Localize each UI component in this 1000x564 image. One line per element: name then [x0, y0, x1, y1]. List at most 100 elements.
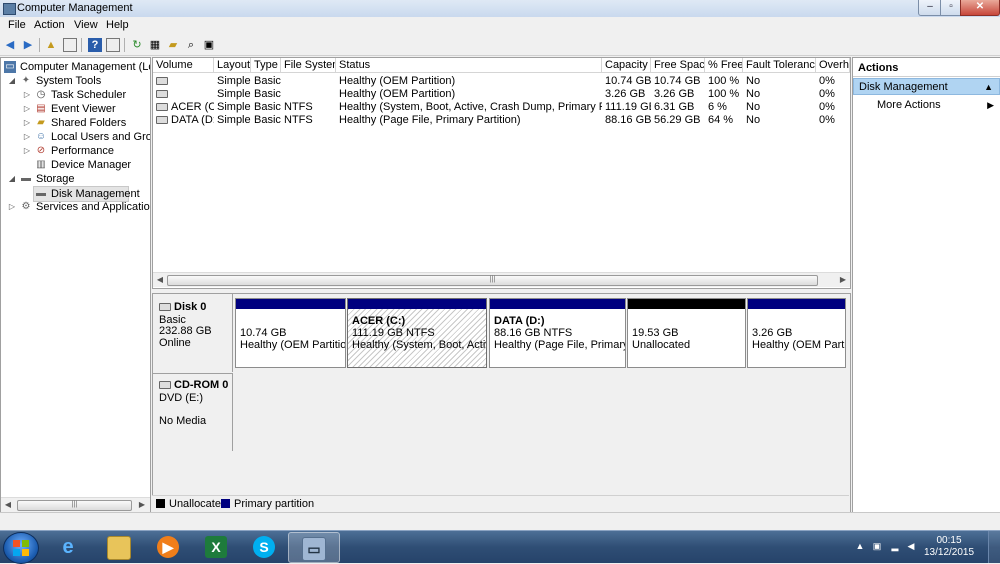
- partition-oem-2[interactable]: 3.26 GB Healthy (OEM Partitic: [747, 298, 846, 368]
- close-button[interactable]: ✕: [960, 0, 1000, 16]
- table-cell: Healthy (System, Boot, Active, Crash Dum…: [339, 101, 602, 113]
- scroll-right-arrow-icon[interactable]: ▶: [135, 498, 149, 512]
- toolbar-separator: [39, 38, 40, 52]
- show-desktop-button[interactable]: [988, 531, 1000, 563]
- scroll-thumb[interactable]: |||: [167, 275, 818, 286]
- up-folder-icon[interactable]: ▲: [44, 38, 58, 52]
- col-free-space[interactable]: Free Space: [651, 58, 705, 73]
- show-hidden-icons-icon[interactable]: ▲: [855, 541, 865, 551]
- cdrom-0-area[interactable]: [234, 373, 850, 451]
- col-fault-tolerance[interactable]: Fault Tolerance: [743, 58, 816, 73]
- expanded-arrow-icon[interactable]: ◢: [8, 172, 16, 186]
- back-icon[interactable]: ◀: [3, 38, 17, 52]
- scroll-right-arrow-icon[interactable]: ▶: [836, 273, 850, 287]
- disk-0-label[interactable]: Disk 0 Basic 232.88 GB Online: [153, 294, 233, 372]
- tree-item-device-manager[interactable]: ▥ Device Manager: [1, 158, 149, 172]
- partition-legend: Unallocated Primary partition: [152, 495, 849, 512]
- show-hide-action-pane-icon[interactable]: [106, 38, 120, 52]
- start-button[interactable]: [3, 532, 39, 564]
- volume-icon: [156, 90, 168, 99]
- taskbar-computer-management[interactable]: ▭: [288, 532, 340, 563]
- col-status[interactable]: Status: [336, 58, 602, 73]
- tree-item-storage[interactable]: ◢ ▬ Storage: [1, 172, 149, 186]
- properties-icon[interactable]: ▦: [148, 38, 162, 52]
- actions-section-disk-management[interactable]: Disk Management ▲: [853, 78, 1000, 95]
- collapsed-arrow-icon[interactable]: ▷: [23, 144, 31, 158]
- tree-label: Performance: [51, 145, 114, 157]
- tree-horizontal-scrollbar[interactable]: ◀ ||| ▶: [1, 497, 150, 512]
- taskbar-skype[interactable]: S: [240, 532, 290, 561]
- taskbar-internet-explorer[interactable]: e: [44, 532, 94, 561]
- volume-list-horizontal-scrollbar[interactable]: ◀ ||| ▶: [153, 272, 850, 287]
- table-cell: 6.31 GB: [654, 101, 695, 113]
- collapsed-arrow-icon[interactable]: ▷: [23, 88, 31, 102]
- show-hide-tree-icon[interactable]: [63, 38, 77, 52]
- primary-partition-bar: [748, 299, 845, 309]
- col-layout[interactable]: Layout: [214, 58, 251, 73]
- col-volume[interactable]: Volume: [153, 58, 214, 73]
- menu-help[interactable]: Help: [106, 19, 129, 31]
- partition-acer-c[interactable]: ACER (C:) 111.19 GB NTFS Healthy (System…: [347, 298, 487, 368]
- volume-icon[interactable]: ◀: [906, 541, 916, 551]
- col-overhead[interactable]: Overhe: [816, 58, 850, 73]
- tree-item-task-scheduler[interactable]: ▷ ◷ Task Scheduler: [1, 88, 149, 102]
- scroll-thumb[interactable]: |||: [17, 500, 132, 511]
- tree-item-computer-management[interactable]: ▭ Computer Management (Local: [1, 60, 150, 74]
- partition-status: Healthy (OEM Partition): [240, 339, 346, 351]
- network-signal-icon[interactable]: ▂: [890, 541, 900, 551]
- collapsed-arrow-icon[interactable]: ▷: [8, 200, 16, 214]
- partition-data-d[interactable]: DATA (D:) 88.16 GB NTFS Healthy (Page Fi…: [489, 298, 626, 368]
- table-cell: [281, 88, 336, 101]
- cdrom-0-label[interactable]: CD-ROM 0 DVD (E:) No Media: [153, 373, 233, 451]
- tree-item-local-users[interactable]: ▷ ☺ Local Users and Groups: [1, 130, 150, 144]
- table-row-0-volume[interactable]: [153, 75, 214, 88]
- partition-unallocated[interactable]: 19.53 GB Unallocated: [627, 298, 746, 368]
- search-icon[interactable]: ⌕: [184, 38, 198, 52]
- collapsed-arrow-icon[interactable]: ▷: [23, 116, 31, 130]
- maximize-button[interactable]: ▫: [940, 0, 962, 16]
- more-actions-item[interactable]: More Actions ▶: [853, 97, 1000, 114]
- tree-item-shared-folders[interactable]: ▷ ▰ Shared Folders: [1, 116, 149, 130]
- partition-size: 111.19 GB NTFS: [352, 327, 435, 339]
- tree-item-services-applications[interactable]: ▷ ⚙ Services and Applications: [1, 200, 150, 214]
- col-file-system[interactable]: File System: [281, 58, 336, 73]
- clock[interactable]: 00:15 13/12/2015: [924, 535, 974, 559]
- menu-action[interactable]: Action: [34, 19, 65, 31]
- table-cell: 64 %: [708, 114, 734, 126]
- storage-icon: ▬: [21, 173, 31, 184]
- collapse-arrow-icon[interactable]: ▲: [984, 79, 993, 96]
- table-row-1-volume[interactable]: [153, 88, 214, 101]
- taskbar: e ▶ X S ▭ ▲ ▣ ▂ ◀ 00:15 13/12/2015: [0, 530, 1000, 564]
- primary-partition-bar: [236, 299, 345, 309]
- taskbar-excel[interactable]: X: [192, 532, 242, 561]
- col-type[interactable]: Type: [251, 58, 281, 73]
- collapsed-arrow-icon[interactable]: ▷: [23, 102, 31, 116]
- table-cell: Basic: [254, 114, 281, 126]
- help-icon[interactable]: ?: [88, 38, 102, 52]
- forward-icon[interactable]: ▶: [21, 38, 35, 52]
- scroll-left-arrow-icon[interactable]: ◀: [153, 273, 167, 287]
- col-percent-free[interactable]: % Free: [705, 58, 743, 73]
- tree-label: Storage: [36, 173, 75, 185]
- tree-item-system-tools[interactable]: ◢ ✦ System Tools: [1, 74, 149, 88]
- menu-view[interactable]: View: [74, 19, 98, 31]
- flag-icon[interactable]: ▣: [872, 541, 882, 551]
- table-row-2-volume[interactable]: ACER (C:): [153, 101, 214, 114]
- tree-item-performance[interactable]: ▷ ⊘ Performance: [1, 144, 149, 158]
- tree-item-event-viewer[interactable]: ▷ ▤ Event Viewer: [1, 102, 149, 116]
- settings-icon[interactable]: ▣: [202, 38, 216, 52]
- col-capacity[interactable]: Capacity: [602, 58, 651, 73]
- taskbar-file-explorer[interactable]: [94, 532, 144, 561]
- actions-pane: Actions Disk Management ▲ More Actions ▶: [852, 57, 1000, 513]
- collapsed-arrow-icon[interactable]: ▷: [23, 130, 31, 144]
- refresh-icon[interactable]: ↻: [130, 38, 144, 52]
- partition-oem-1[interactable]: 10.74 GB Healthy (OEM Partition): [235, 298, 346, 368]
- expanded-arrow-icon[interactable]: ◢: [8, 74, 16, 88]
- table-row-3-volume[interactable]: DATA (D:): [153, 114, 214, 127]
- scroll-left-arrow-icon[interactable]: ◀: [1, 498, 15, 512]
- table-cell: Simple: [217, 75, 251, 87]
- minimize-button[interactable]: –: [918, 0, 942, 16]
- open-folder-icon[interactable]: ▰: [166, 38, 180, 52]
- taskbar-media-player[interactable]: ▶: [144, 532, 194, 561]
- menu-file[interactable]: File: [8, 19, 26, 31]
